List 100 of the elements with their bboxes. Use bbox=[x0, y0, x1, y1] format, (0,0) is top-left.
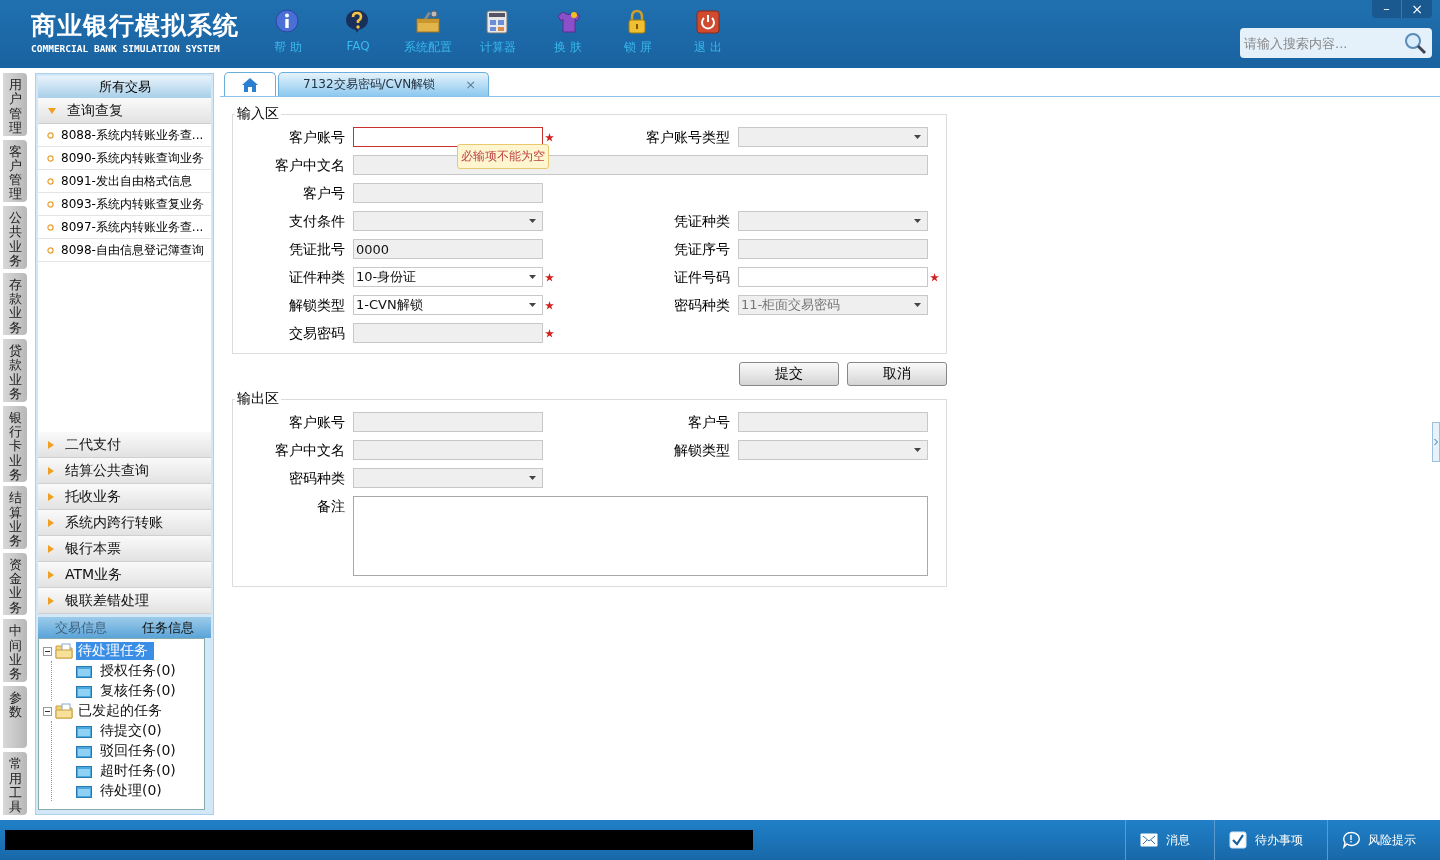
bullet-icon bbox=[47, 246, 54, 254]
page-tab[interactable]: 7132交易密码/CVN解锁 × bbox=[278, 72, 490, 96]
side-tab[interactable]: 用户管理 bbox=[3, 73, 27, 136]
section-title: 输出区 bbox=[236, 390, 280, 408]
dropdown[interactable]: 1-CVN解锁 bbox=[353, 295, 543, 315]
info-icon bbox=[275, 9, 301, 35]
folder-icon bbox=[76, 744, 92, 758]
mail-icon bbox=[1140, 831, 1158, 849]
side-tab[interactable]: 常用工具 bbox=[3, 752, 27, 815]
menu-group[interactable]: 银联差错处理 bbox=[38, 588, 211, 614]
dropdown[interactable]: 10-身份证 bbox=[353, 267, 543, 287]
home-icon bbox=[241, 76, 259, 93]
menu-group[interactable]: 查询查复 bbox=[38, 98, 211, 124]
field-label: 解锁类型 bbox=[288, 296, 346, 315]
menu-item[interactable]: 8097-系统内转账业务查... bbox=[38, 216, 211, 239]
caret-down-icon bbox=[914, 135, 921, 139]
menu-group[interactable]: ATM业务 bbox=[38, 562, 211, 588]
collapse-handle-icon bbox=[1432, 422, 1440, 462]
caret-down-icon bbox=[914, 448, 921, 452]
shirt-icon bbox=[555, 9, 581, 35]
menu-group[interactable]: 结算公共查询 bbox=[38, 458, 211, 484]
checkbox-icon bbox=[1229, 831, 1247, 849]
tree-item[interactable]: 已发起的任务 bbox=[76, 702, 164, 720]
tree-item[interactable]: 驳回任务(0) bbox=[98, 742, 178, 760]
field-label: 客户账号 bbox=[288, 128, 346, 147]
field-label: 凭证序号 bbox=[673, 240, 731, 259]
toolbox-icon bbox=[415, 9, 441, 35]
side-tab[interactable]: 存款业务 bbox=[3, 272, 27, 336]
side-tab[interactable]: 结算业务 bbox=[3, 486, 27, 549]
calculator-icon bbox=[485, 9, 511, 35]
caret-down-icon bbox=[529, 219, 536, 223]
tree-item[interactable]: 复核任务(0) bbox=[98, 682, 178, 700]
field-label: 交易密码 bbox=[288, 324, 346, 343]
bullet-icon bbox=[47, 223, 54, 231]
bullet-icon bbox=[47, 154, 54, 162]
field-label: 凭证种类 bbox=[673, 212, 731, 231]
tree-item[interactable]: 授权任务(0) bbox=[98, 662, 178, 680]
menu-item[interactable]: 8088-系统内转账业务查... bbox=[38, 124, 211, 147]
menu-title: 所有交易 bbox=[38, 76, 211, 98]
text-area[interactable] bbox=[353, 496, 928, 576]
menu-group[interactable]: 系统内跨行转账 bbox=[38, 510, 211, 536]
field-label: 证件号码 bbox=[673, 268, 731, 287]
action-button[interactable]: 提交 bbox=[739, 362, 839, 386]
field-label: 客户账号 bbox=[288, 413, 346, 432]
side-tab[interactable]: 客户管理 bbox=[3, 139, 27, 203]
side-tab[interactable]: 公共业务 bbox=[3, 206, 27, 269]
folder-icon bbox=[76, 664, 92, 678]
minimize-button[interactable]: – bbox=[1372, 0, 1402, 18]
side-tab[interactable]: 贷款业务 bbox=[3, 339, 27, 402]
field-label: 支付条件 bbox=[288, 212, 346, 231]
panel-tab[interactable]: 任务信息 bbox=[124, 617, 211, 638]
bullet-icon bbox=[47, 200, 54, 208]
caret-down-icon bbox=[914, 219, 921, 223]
bullet-icon bbox=[47, 177, 54, 185]
field-label: 客户中文名 bbox=[274, 441, 346, 460]
section-title: 输入区 bbox=[236, 105, 280, 123]
field-label: 备注 bbox=[316, 497, 346, 516]
home-tab[interactable] bbox=[224, 72, 276, 96]
error-tooltip: 必输项不能为空 bbox=[457, 144, 549, 169]
input-field[interactable] bbox=[353, 127, 543, 147]
close-button[interactable]: × bbox=[1402, 0, 1432, 18]
side-tab[interactable]: 参数 bbox=[3, 685, 27, 749]
tree-item[interactable]: 超时任务(0) bbox=[98, 762, 178, 780]
tree-item[interactable]: 待处理(0) bbox=[98, 782, 164, 800]
menu-group[interactable]: 银行本票 bbox=[38, 536, 211, 562]
status-item[interactable]: 风险提示 bbox=[1327, 820, 1440, 860]
field-label: 证件种类 bbox=[288, 268, 346, 287]
field-label: 客户账号类型 bbox=[645, 128, 731, 147]
search-field[interactable]: 请输入搜索内容... bbox=[1240, 28, 1432, 58]
menu-group[interactable]: 二代支付 bbox=[38, 432, 211, 458]
input-field[interactable] bbox=[738, 267, 928, 287]
tree-item[interactable]: 待提交(0) bbox=[98, 722, 164, 740]
caret-down-icon bbox=[914, 303, 921, 307]
app-title: 商业银行模拟系统 bbox=[31, 12, 239, 40]
side-tab[interactable]: 中间业务 bbox=[3, 619, 27, 682]
field-label: 客户中文名 bbox=[274, 156, 346, 175]
action-button[interactable]: 取消 bbox=[847, 362, 947, 386]
field-label: 解锁类型 bbox=[673, 441, 731, 460]
field-label: 客户号 bbox=[687, 413, 731, 432]
power-icon bbox=[695, 9, 721, 35]
status-item[interactable]: 消息 bbox=[1125, 820, 1214, 860]
side-tab[interactable]: 资金业务 bbox=[3, 552, 27, 616]
folder-icon bbox=[55, 703, 73, 719]
help-icon bbox=[345, 9, 371, 35]
menu-item[interactable]: 8098-自由信息登记簿查询 bbox=[38, 239, 211, 262]
folder-icon bbox=[76, 724, 92, 738]
folder-icon bbox=[76, 784, 92, 798]
caret-down-icon bbox=[529, 303, 536, 307]
caret-down-icon bbox=[529, 476, 536, 480]
caret-down-icon bbox=[529, 275, 536, 279]
status-item[interactable]: 待办事项 bbox=[1214, 820, 1327, 860]
menu-item[interactable]: 8093-系统内转账查复业务 bbox=[38, 193, 211, 216]
search-icon bbox=[1403, 31, 1427, 55]
folder-icon bbox=[55, 643, 73, 659]
side-tab[interactable]: 银行卡业务 bbox=[3, 405, 27, 483]
field-label: 凭证批号 bbox=[288, 240, 346, 259]
menu-item[interactable]: 8090-系统内转账查询业务 bbox=[38, 147, 211, 170]
menu-group[interactable]: 托收业务 bbox=[38, 484, 211, 510]
menu-item[interactable]: 8091-发出自由格式信息 bbox=[38, 170, 211, 193]
field-label: 密码种类 bbox=[673, 296, 731, 315]
